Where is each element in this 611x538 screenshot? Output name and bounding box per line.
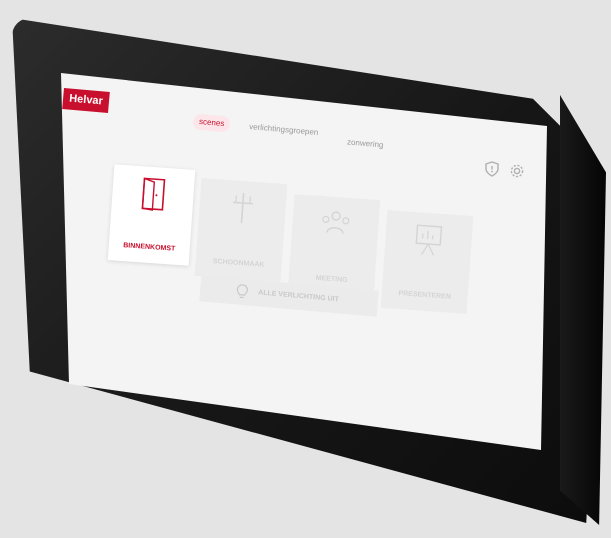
scene-label: SCHOONMAAK [212,258,265,269]
device-side-edge [560,95,606,525]
scene-tile-meeting[interactable]: MEETING [287,194,381,298]
tab-verlichtingsgroepen[interactable]: verlichtingsgroepen [249,121,319,139]
scene-tile-presenteren[interactable]: PRESENTEREN [380,210,474,314]
presentation-icon [415,224,443,256]
tab-scenes[interactable]: scenes [192,113,231,133]
tab-zonwering[interactable]: zonwering [347,136,384,151]
people-icon [322,211,350,234]
touch-panel-device: Helvar scenes verlichtingsgroepen zonwer… [0,0,611,538]
gear-icon[interactable] [509,163,525,182]
lightbulb-icon [236,284,248,299]
scene-label: BINNENKOMST [122,242,176,253]
scene-label: PRESENTEREN [398,290,452,301]
scene-tile-schoonmaak[interactable]: SCHOONMAAK [194,178,288,282]
shield-icon[interactable] [484,161,500,180]
scene-tile-binnenkomst[interactable]: BINNENKOMST [107,164,196,266]
cleaning-icon [232,193,253,224]
all-lights-off-label: ALLE VERLICHTING UIT [257,289,340,304]
door-icon [141,177,165,211]
helvar-logo: Helvar [62,88,110,113]
